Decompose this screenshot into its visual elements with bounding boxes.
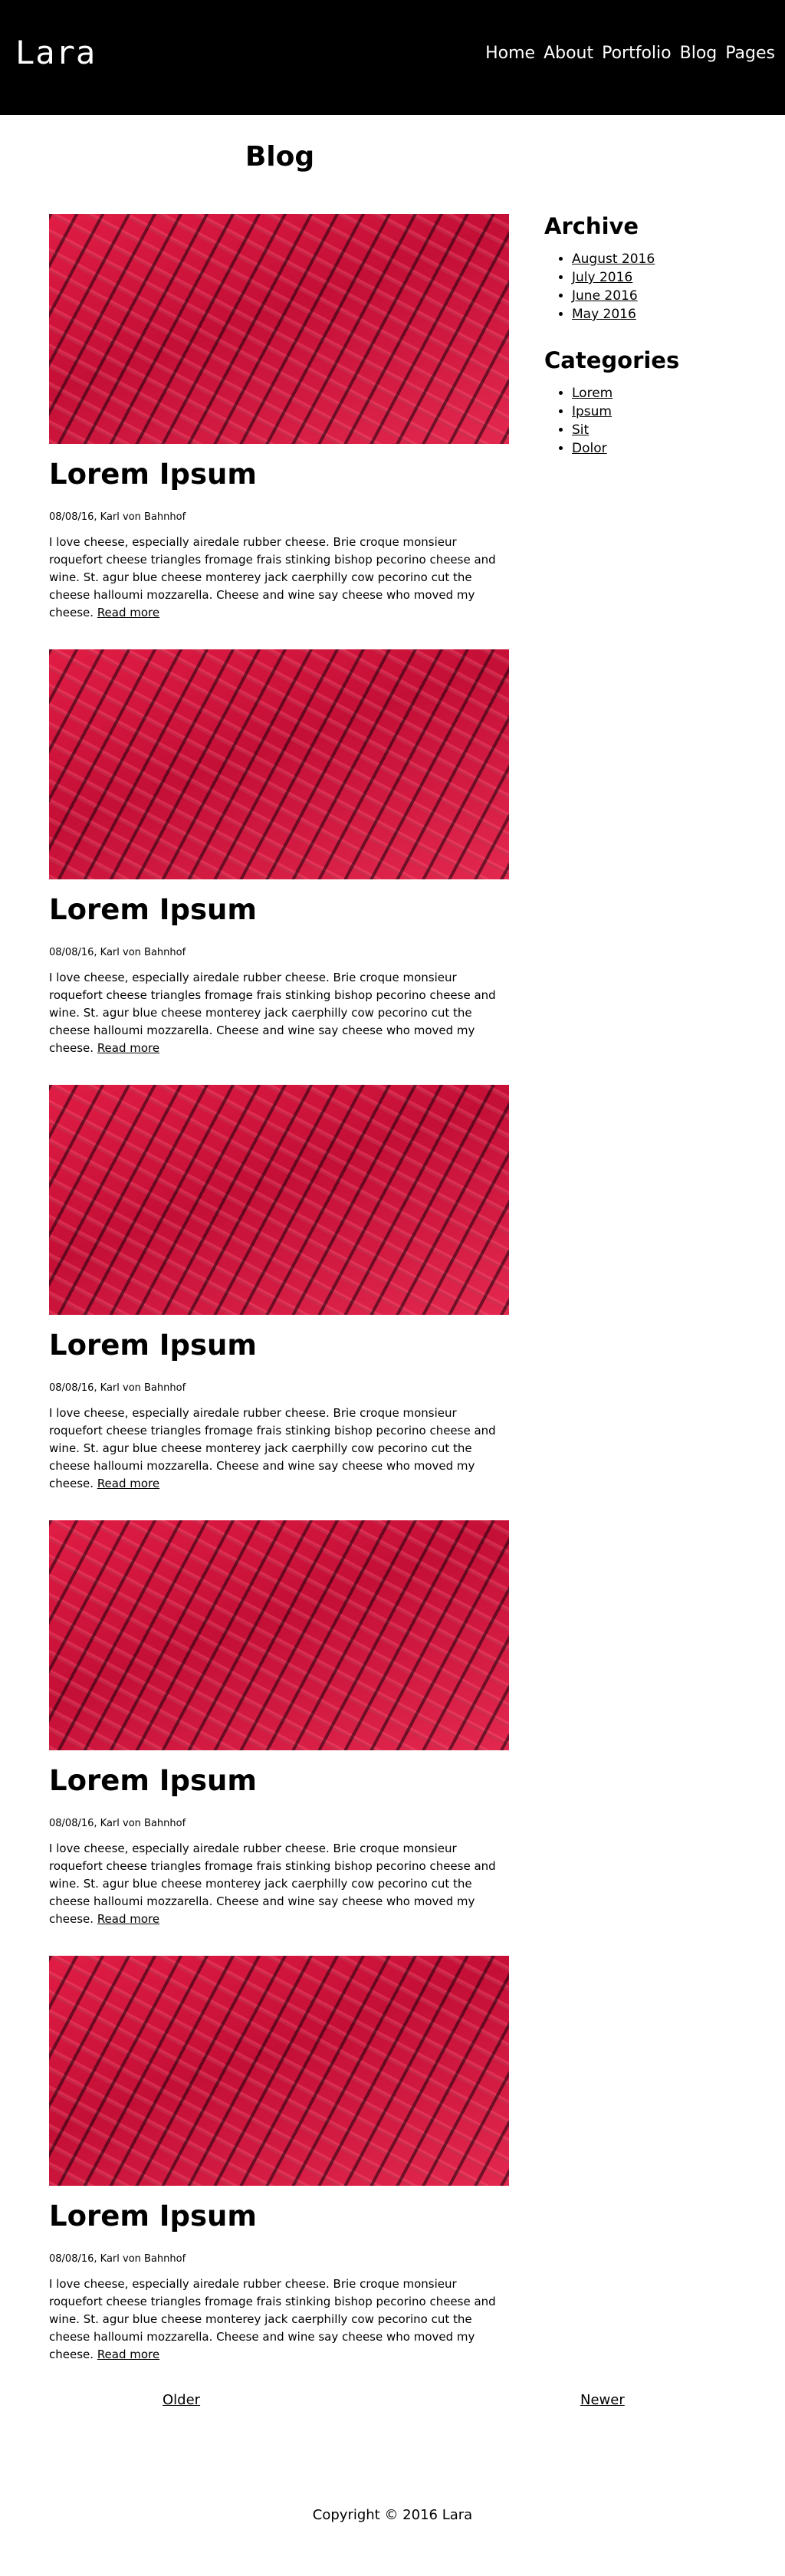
nav-home-link[interactable]: Home	[485, 44, 535, 63]
category-item: Sit	[572, 421, 759, 439]
archive-list: August 2016 July 2016 June 2016 May 2016	[544, 250, 759, 324]
archive-link-july-2016[interactable]: July 2016	[572, 270, 632, 285]
nav-blog-link[interactable]: Blog	[680, 44, 718, 63]
category-link-ipsum[interactable]: Ipsum	[572, 404, 612, 419]
archive-item: July 2016	[572, 268, 759, 287]
category-link-lorem[interactable]: Lorem	[572, 386, 613, 401]
archive-link-may-2016[interactable]: May 2016	[572, 307, 636, 322]
post-excerpt: I love cheese, especially airedale rubbe…	[49, 969, 509, 1057]
post-meta: 08/08/16, Karl von Bahnhof	[49, 511, 186, 524]
post-image[interactable]	[49, 1085, 509, 1315]
category-link-sit[interactable]: Sit	[572, 422, 589, 438]
blog-post: Lorem Ipsum 08/08/16, Karl von Bahnhof I…	[49, 649, 509, 1085]
post-excerpt: I love cheese, especially airedale rubbe…	[49, 2275, 509, 2364]
post-image[interactable]	[49, 649, 509, 879]
nav-pages-link[interactable]: Pages	[725, 44, 775, 63]
nav-about-link[interactable]: About	[544, 44, 593, 63]
post-meta: 08/08/16, Karl von Bahnhof	[49, 1818, 186, 1830]
post-excerpt: I love cheese, especially airedale rubbe…	[49, 534, 509, 622]
site-logo[interactable]: Lara	[15, 34, 96, 71]
read-more-link[interactable]: Read more	[97, 1912, 159, 1926]
archive-link-june-2016[interactable]: June 2016	[572, 288, 638, 304]
blog-post: Lorem Ipsum 08/08/16, Karl von Bahnhof I…	[49, 214, 509, 649]
post-meta: 08/08/16, Karl von Bahnhof	[49, 1382, 186, 1395]
categories-heading: Categories	[544, 347, 680, 373]
post-title[interactable]: Lorem Ipsum	[49, 893, 509, 927]
read-more-link[interactable]: Read more	[97, 1041, 159, 1055]
post-title[interactable]: Lorem Ipsum	[49, 2200, 509, 2233]
blog-post: Lorem Ipsum 08/08/16, Karl von Bahnhof I…	[49, 1956, 509, 2391]
archive-link-august-2016[interactable]: August 2016	[572, 251, 655, 267]
post-title[interactable]: Lorem Ipsum	[49, 1329, 509, 1362]
blog-post: Lorem Ipsum 08/08/16, Karl von Bahnhof I…	[49, 1520, 509, 1956]
nav-portfolio-link[interactable]: Portfolio	[602, 44, 672, 63]
site-header: Lara Home About Portfolio Blog Pages	[0, 0, 785, 115]
read-more-link[interactable]: Read more	[97, 1477, 159, 1490]
read-more-link[interactable]: Read more	[97, 2348, 159, 2361]
page-title: Blog	[245, 141, 315, 172]
post-meta: 08/08/16, Karl von Bahnhof	[49, 947, 186, 959]
post-excerpt: I love cheese, especially airedale rubbe…	[49, 1405, 509, 1493]
post-image[interactable]	[49, 1956, 509, 2186]
categories-list: Lorem Ipsum Sit Dolor	[544, 384, 759, 458]
category-item: Ipsum	[572, 402, 759, 421]
older-posts-link[interactable]: Older	[163, 2392, 200, 2408]
newer-posts-link[interactable]: Newer	[580, 2392, 625, 2408]
site-footer: Copyright © 2016 Lara	[0, 2507, 785, 2523]
blog-post: Lorem Ipsum 08/08/16, Karl von Bahnhof I…	[49, 1085, 509, 1520]
post-title[interactable]: Lorem Ipsum	[49, 1764, 509, 1798]
post-excerpt: I love cheese, especially airedale rubbe…	[49, 1840, 509, 1928]
read-more-link[interactable]: Read more	[97, 606, 159, 619]
post-image[interactable]	[49, 1520, 509, 1750]
post-meta: 08/08/16, Karl von Bahnhof	[49, 2253, 186, 2266]
category-link-dolor[interactable]: Dolor	[572, 441, 607, 456]
main-nav: Home About Portfolio Blog Pages	[485, 44, 775, 63]
archive-heading: Archive	[544, 213, 639, 239]
archive-item: August 2016	[572, 250, 759, 268]
archive-item: June 2016	[572, 287, 759, 305]
post-image[interactable]	[49, 214, 509, 444]
post-title[interactable]: Lorem Ipsum	[49, 458, 509, 491]
sidebar: Archive August 2016 July 2016 June 2016 …	[544, 213, 759, 458]
copyright-text: Copyright © 2016 Lara	[312, 2507, 473, 2523]
category-item: Dolor	[572, 439, 759, 458]
category-item: Lorem	[572, 384, 759, 402]
post-list: Lorem Ipsum 08/08/16, Karl von Bahnhof I…	[49, 214, 509, 2391]
archive-item: May 2016	[572, 305, 759, 324]
